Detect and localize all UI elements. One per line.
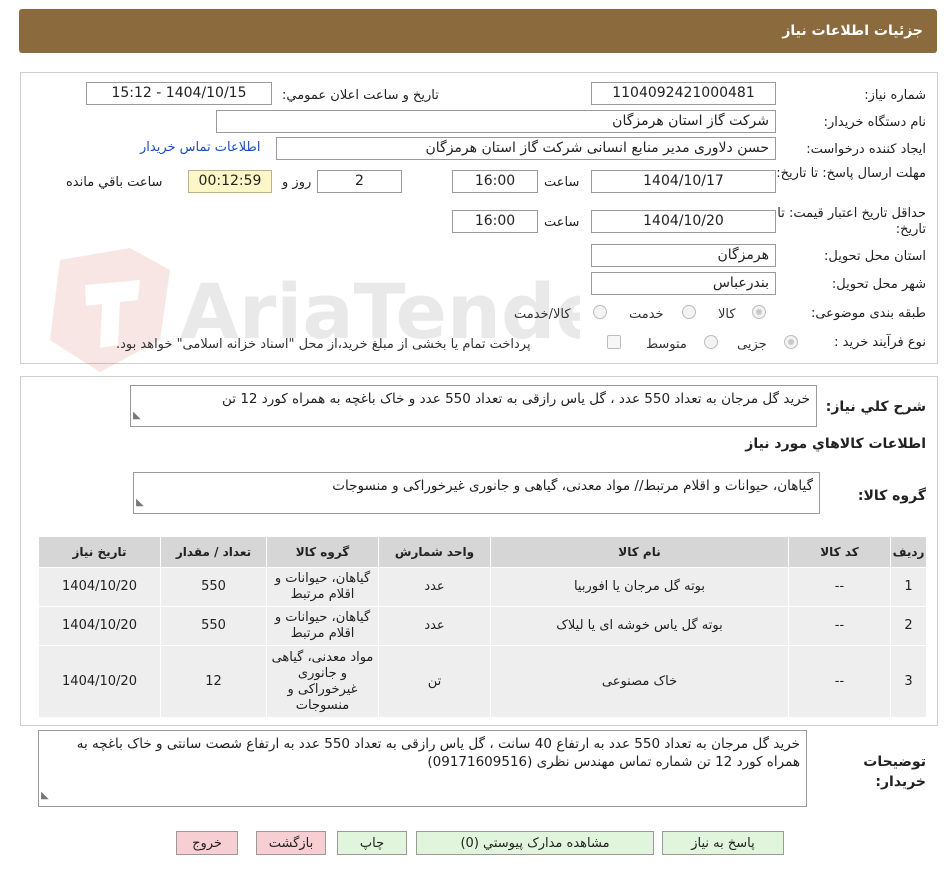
- reply-hour-label: ساعت: [544, 175, 580, 190]
- province-label: استان محل تحویل:: [824, 249, 926, 264]
- cell-quantity: 550: [160, 606, 267, 646]
- creator-field: حسن دلاوری مدیر منابع انسانی شرکت گاز اس…: [276, 137, 776, 160]
- page-header: جزئیات اطلاعات نیاز: [19, 9, 937, 53]
- cell-row-number: 2: [890, 606, 927, 646]
- buyer-notes-label: توضیحات خریدار:: [863, 754, 926, 790]
- goods-group-label: گروه کالا:: [857, 488, 926, 504]
- cell-name: بوته گل مرجان یا افوربیا: [490, 567, 789, 607]
- cell-name: بوته گل یاس خوشه ای یا لیلاک: [490, 606, 789, 646]
- reply-deadline-label: مهلت ارسال پاسخ: تا تاریخ:: [776, 166, 926, 181]
- city-field: بندرعباس: [591, 272, 776, 295]
- cell-date: 1404/10/20: [38, 606, 161, 646]
- attachments-button[interactable]: مشاهده مدارک پیوستي (0): [416, 831, 654, 855]
- process-label: نوع فرآیند خرید :: [834, 335, 926, 350]
- items-table: ردیف کد کالا نام کالا واحد شمارش گروه کا…: [38, 536, 927, 718]
- resize-handle-icon[interactable]: ◢: [136, 494, 144, 512]
- cell-row-number: 3: [890, 645, 927, 718]
- city-label: شهر محل تحویل:: [831, 277, 926, 292]
- category-option-service: خدمت: [629, 307, 664, 322]
- cell-unit: عدد: [378, 606, 491, 646]
- days-label: روز و: [282, 175, 312, 190]
- col-header-date: تاریخ نیاز: [38, 536, 161, 568]
- process-option-medium: متوسط: [646, 337, 687, 352]
- buyer-org-field: شرکت گاز استان هرمزگان: [216, 110, 776, 133]
- back-button[interactable]: بازگشت: [256, 831, 326, 855]
- province-field: هرمزگان: [591, 244, 776, 267]
- buyer-notes-text: خرید گل مرجان به تعداد 550 عدد به ارتفاع…: [76, 736, 800, 770]
- cell-code: --: [788, 567, 891, 607]
- cell-row-number: 1: [890, 567, 927, 607]
- cell-group: گیاهان، حیوانات و اقلام مرتبط: [266, 606, 379, 646]
- category-label: طبقه بندی موضوعی:: [810, 306, 926, 321]
- col-header-quantity: تعداد / مقدار: [160, 536, 267, 568]
- description-text: خرید گل مرجان به تعداد 550 عدد ، گل یاس …: [221, 391, 810, 407]
- cell-quantity: 12: [160, 645, 267, 718]
- need-number-label: شماره نیاز:: [864, 88, 926, 103]
- category-radio-goods-service[interactable]: [593, 305, 607, 319]
- cell-date: 1404/10/20: [38, 567, 161, 607]
- goods-section-title: اطلاعات کالاهاي مورد نیاز: [745, 436, 926, 452]
- price-hour-label: ساعت: [544, 215, 580, 230]
- col-header-name: نام کالا: [490, 536, 789, 568]
- cell-code: --: [788, 645, 891, 718]
- col-header-unit: واحد شمارش: [378, 536, 491, 568]
- table-row: 1 -- بوته گل مرجان یا افوربیا عدد گیاهان…: [38, 567, 927, 607]
- remaining-label: ساعت باقي مانده: [66, 175, 163, 190]
- page-title: جزئیات اطلاعات نیاز: [782, 23, 923, 39]
- cell-name: خاک مصنوعی: [490, 645, 789, 718]
- treasury-checkbox[interactable]: [607, 335, 621, 349]
- process-note: پرداخت تمام یا بخشی از مبلغ خرید،از محل …: [116, 337, 531, 352]
- cell-date: 1404/10/20: [38, 645, 161, 718]
- cell-unit: عدد: [378, 567, 491, 607]
- reply-time-field: 16:00: [452, 170, 538, 193]
- cell-group: گیاهان، حیوانات و اقلام مرتبط: [266, 567, 379, 607]
- process-option-minor: جزیی: [737, 337, 767, 352]
- goods-group-text: گیاهان، حیوانات و اقلام مرتبط// مواد معد…: [332, 478, 813, 494]
- buyer-notes-textarea[interactable]: خرید گل مرجان به تعداد 550 عدد به ارتفاع…: [38, 730, 807, 807]
- cell-quantity: 550: [160, 567, 267, 607]
- table-row: 3 -- خاک مصنوعی تن مواد معدنی، گیاهی و ج…: [38, 645, 927, 718]
- resize-handle-icon[interactable]: ◢: [41, 787, 49, 805]
- table-row: 2 -- بوته گل یاس خوشه ای یا لیلاک عدد گی…: [38, 606, 927, 646]
- table-header-row: ردیف کد کالا نام کالا واحد شمارش گروه کا…: [38, 536, 927, 568]
- col-header-code: کد کالا: [788, 536, 891, 568]
- print-button[interactable]: چاپ: [337, 831, 407, 855]
- price-date-field: 1404/10/20: [591, 210, 776, 233]
- category-radio-goods[interactable]: [752, 305, 766, 319]
- category-radio-service[interactable]: [682, 305, 696, 319]
- cell-group: مواد معدنی، گیاهی و جانوری غیرخوراکی و م…: [266, 645, 379, 718]
- need-number-field: 1104092421000481: [591, 82, 776, 105]
- col-header-group: گروه کالا: [266, 536, 379, 568]
- buyer-org-label: نام دستگاه خریدار:: [823, 115, 926, 130]
- cell-unit: تن: [378, 645, 491, 718]
- days-field: 2: [317, 170, 402, 193]
- creator-label: ایجاد کننده درخواست:: [806, 142, 926, 157]
- reply-date-field: 1404/10/17: [591, 170, 776, 193]
- description-textarea[interactable]: خرید گل مرجان به تعداد 550 عدد ، گل یاس …: [130, 385, 817, 427]
- remaining-time-field: 00:12:59: [188, 170, 272, 193]
- category-option-goods: کالا: [718, 307, 736, 322]
- price-validity-label: حداقل تاریخ اعتبار قیمت: تا تاریخ:: [777, 206, 926, 237]
- exit-button[interactable]: خروج: [176, 831, 238, 855]
- reply-button[interactable]: پاسخ به نیاز: [662, 831, 784, 855]
- goods-group-textarea[interactable]: گیاهان، حیوانات و اقلام مرتبط// مواد معد…: [133, 472, 820, 514]
- price-time-field: 16:00: [452, 210, 538, 233]
- category-option-goods-service: کالا/خدمت: [514, 307, 571, 322]
- resize-handle-icon[interactable]: ◢: [133, 407, 141, 425]
- cell-code: --: [788, 606, 891, 646]
- announce-label: تاریخ و ساعت اعلان عمومي:: [282, 88, 439, 103]
- process-radio-medium[interactable]: [704, 335, 718, 349]
- description-label: شرح کلي نیاز:: [825, 399, 926, 415]
- col-header-row-number: ردیف: [890, 536, 927, 568]
- buyer-contact-link[interactable]: اطلاعات تماس خریدار: [140, 140, 260, 155]
- announce-field: 1404/10/15 - 15:12: [86, 82, 272, 105]
- process-radio-minor[interactable]: [784, 335, 798, 349]
